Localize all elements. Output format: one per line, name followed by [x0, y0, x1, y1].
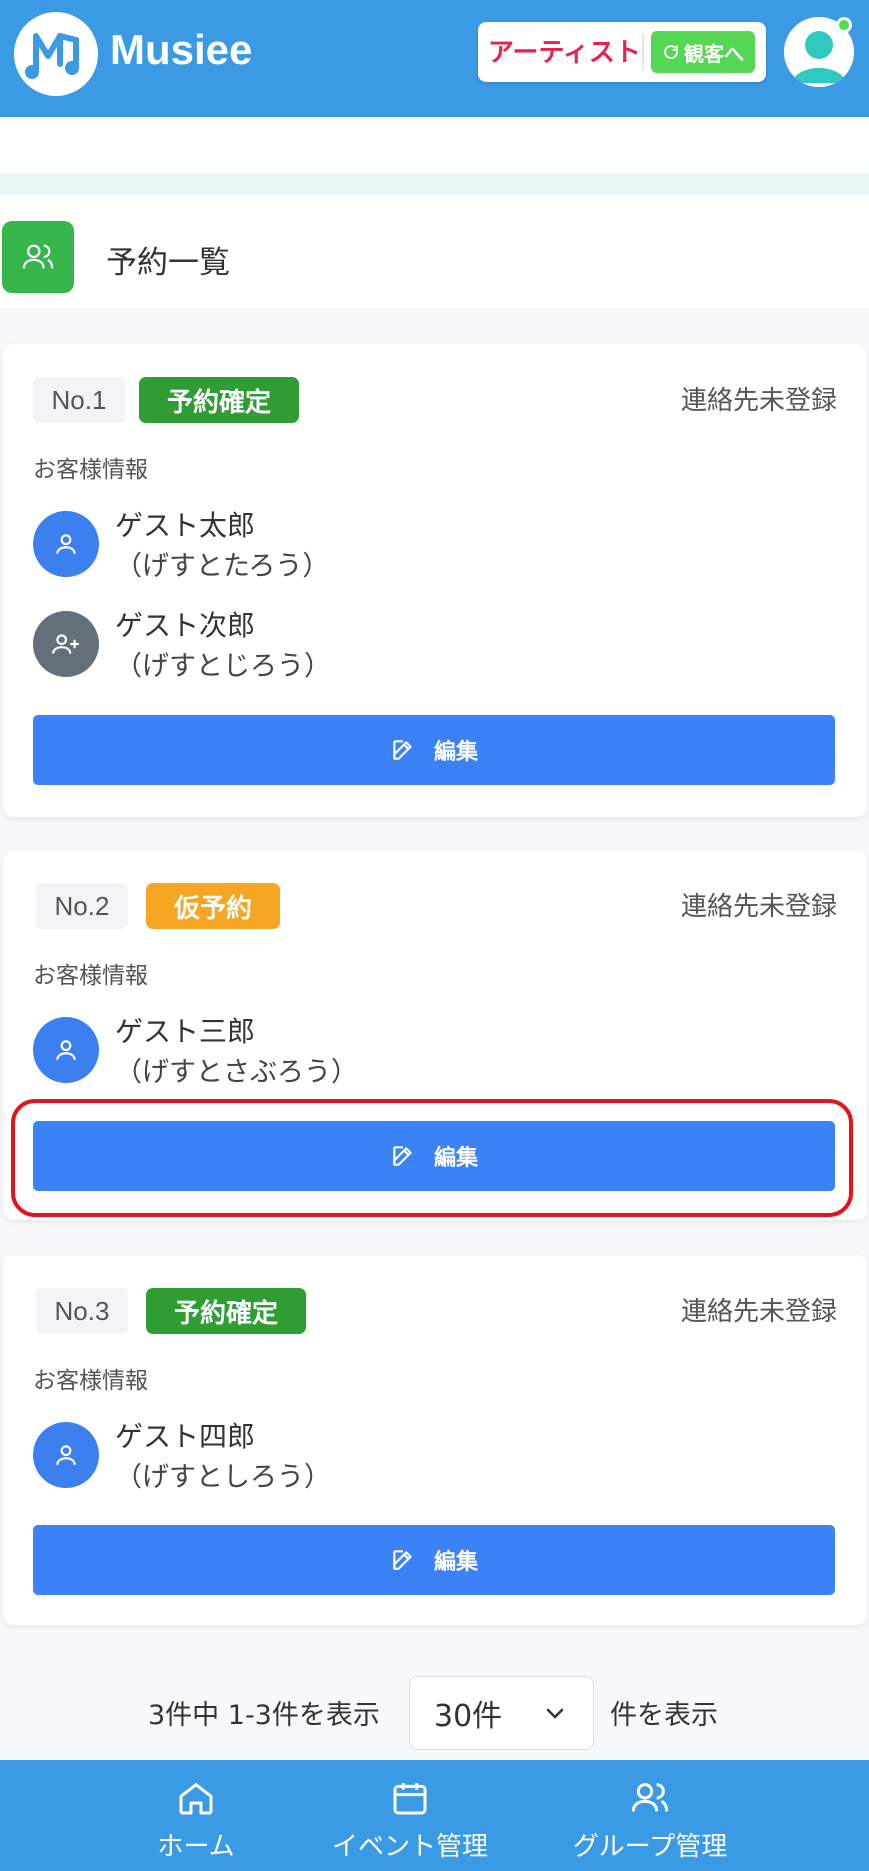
status-badge: 仮予約	[146, 883, 281, 929]
edit-icon	[393, 1550, 412, 1570]
per-page-suffix: 件を表示	[610, 1700, 718, 1731]
chevron-down-icon	[546, 1708, 564, 1719]
divider-strip	[0, 173, 869, 195]
reservation-number: No.3	[36, 1288, 128, 1334]
edit-label: 編集	[433, 1550, 478, 1575]
refresh-icon	[664, 45, 678, 59]
switch-to-audience-button[interactable]: 観客へ	[651, 31, 755, 73]
guest-kana: （げすとじろう）	[115, 651, 331, 682]
spacer	[0, 117, 869, 173]
edit-label: 編集	[433, 1146, 478, 1171]
status-badge: 予約確定	[139, 377, 300, 423]
nav-home[interactable]: ホーム	[136, 1760, 256, 1871]
reservation-number: No.2	[36, 883, 128, 929]
guest-item: ゲスト三郎 （げすとさぶろう）	[33, 1010, 733, 1090]
edit-label: 編集	[433, 740, 478, 765]
reservation-card: No.3 予約確定 連絡先未登録 お客様情報 ゲスト四郎 （げすとしろう） 編集	[3, 1255, 867, 1625]
guest-name: ゲスト三郎	[115, 1015, 256, 1048]
nav-event-label: イベント管理	[331, 1832, 488, 1862]
home-icon	[179, 1783, 213, 1815]
current-role-label: アーティスト	[488, 37, 641, 67]
page-header: 予約一覧	[0, 195, 869, 310]
role-switcher: アーティスト 観客へ	[478, 22, 766, 82]
customer-info-label: お客様情報	[33, 1368, 148, 1394]
contact-status: 連絡先未登録	[680, 386, 837, 416]
divider	[642, 34, 644, 70]
reservation-number: No.1	[33, 377, 125, 423]
guest-name: ゲスト次郎	[115, 609, 256, 642]
reservation-card: No.2 仮予約 連絡先未登録 お客様情報 ゲスト三郎 （げすとさぶろう） 編集	[3, 850, 867, 1220]
guest-name: ゲスト太郎	[115, 509, 256, 542]
app-header: Musiee アーティスト 観客へ	[0, 0, 869, 117]
contact-status: 連絡先未登録	[680, 1297, 837, 1327]
guest-item: ゲスト次郎 （げすとじろう）	[33, 604, 733, 684]
bottom-navigation: ホーム イベント管理 グループ管理	[0, 1760, 869, 1871]
guest-item: ゲスト四郎 （げすとしろう）	[33, 1415, 733, 1495]
per-page-select[interactable]: 30件	[409, 1676, 594, 1750]
guest-name: ゲスト四郎	[115, 1420, 256, 1453]
user-plus-icon	[33, 611, 99, 677]
customer-info-label: お客様情報	[33, 963, 148, 989]
page-title: 予約一覧	[106, 245, 230, 281]
customer-info-label: お客様情報	[33, 457, 148, 483]
switch-label: 観客へ	[684, 41, 744, 66]
nav-group-management[interactable]: グループ管理	[570, 1760, 730, 1871]
calendar-icon	[393, 1783, 427, 1815]
reservation-card: No.1 予約確定 連絡先未登録 お客様情報 ゲスト太郎 （げすとたろう） ゲス…	[3, 344, 867, 817]
per-page-value: 30件	[434, 1699, 503, 1734]
nav-group-label: グループ管理	[572, 1832, 728, 1862]
guest-kana: （げすとしろう）	[115, 1462, 331, 1493]
edit-button[interactable]: 編集	[33, 1525, 835, 1595]
status-badge: 予約確定	[146, 1288, 307, 1334]
edit-icon	[393, 1146, 412, 1166]
user-icon	[33, 511, 99, 577]
guest-kana: （げすとさぶろう）	[115, 1057, 358, 1088]
nav-home-label: ホーム	[157, 1832, 235, 1862]
musiee-logo-icon[interactable]	[14, 12, 98, 96]
nav-event-management[interactable]: イベント管理	[330, 1760, 490, 1871]
group-icon	[2, 221, 74, 293]
online-status-dot	[836, 17, 852, 33]
guest-kana: （げすとたろう）	[115, 551, 330, 582]
user-icon	[33, 1422, 99, 1488]
brand-name: Musiee	[110, 26, 253, 73]
pagination-summary: 3件中 1-3件を表示	[148, 1700, 380, 1731]
user-icon	[33, 1017, 99, 1083]
edit-button[interactable]: 編集	[33, 1121, 835, 1191]
guest-item: ゲスト太郎 （げすとたろう）	[33, 504, 733, 584]
contact-status: 連絡先未登録	[680, 892, 837, 922]
edit-icon	[393, 740, 412, 760]
group-icon	[631, 1783, 669, 1812]
edit-button[interactable]: 編集	[33, 715, 835, 785]
